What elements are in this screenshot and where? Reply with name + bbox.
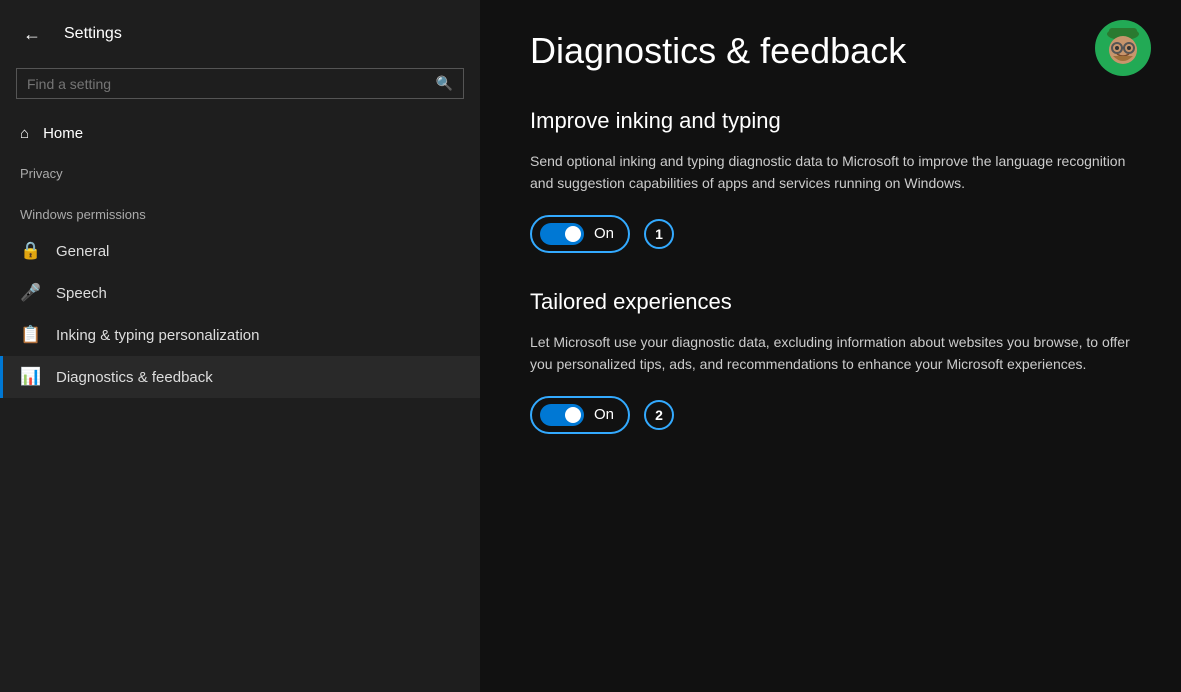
back-button[interactable]: ← bbox=[16, 18, 48, 50]
search-input[interactable] bbox=[27, 76, 436, 92]
search-box[interactable]: 🔍 bbox=[16, 68, 464, 99]
sidebar-item-speech[interactable]: 🎤 Speech bbox=[0, 272, 480, 314]
avatar bbox=[1095, 20, 1151, 76]
clipboard-icon: 📋 bbox=[20, 325, 42, 345]
home-label: Home bbox=[43, 125, 83, 142]
microphone-icon: 🎤 bbox=[20, 283, 42, 303]
toggle-tailored[interactable] bbox=[540, 404, 584, 426]
badge-1: 1 bbox=[644, 219, 674, 249]
section-inking-desc: Send optional inking and typing diagnost… bbox=[530, 150, 1131, 195]
sidebar-item-general-label: General bbox=[56, 243, 109, 260]
section-inking: Improve inking and typing Send optional … bbox=[530, 108, 1131, 253]
section-tailored: Tailored experiences Let Microsoft use y… bbox=[530, 289, 1131, 434]
sidebar-item-general[interactable]: 🔒 General bbox=[0, 230, 480, 272]
diagnostics-icon: 📊 bbox=[20, 367, 42, 387]
sidebar-title: Settings bbox=[64, 25, 122, 43]
section-inking-title: Improve inking and typing bbox=[530, 108, 1131, 134]
toggle-tailored-label: On bbox=[594, 406, 614, 423]
home-nav-item[interactable]: ⌂ Home bbox=[0, 115, 480, 152]
lock-icon: 🔒 bbox=[20, 241, 42, 261]
toggle-inking[interactable] bbox=[540, 223, 584, 245]
search-icon: 🔍 bbox=[436, 75, 453, 92]
privacy-section-label: Privacy bbox=[0, 152, 480, 189]
sidebar-item-inking-label: Inking & typing personalization bbox=[56, 327, 259, 344]
main-content: Diagnostics & feedback Improve inking an… bbox=[480, 0, 1181, 692]
sidebar-item-diagnostics-label: Diagnostics & feedback bbox=[56, 369, 213, 386]
sidebar-header: ← Settings bbox=[0, 0, 480, 64]
home-icon: ⌂ bbox=[20, 125, 29, 142]
badge-2: 2 bbox=[644, 400, 674, 430]
windows-permissions-label: Windows permissions bbox=[0, 189, 480, 230]
section-tailored-desc: Let Microsoft use your diagnostic data, … bbox=[530, 331, 1131, 376]
section-tailored-title: Tailored experiences bbox=[530, 289, 1131, 315]
avatar-image bbox=[1095, 20, 1151, 76]
sidebar: ← Settings 🔍 ⌂ Home Privacy Windows perm… bbox=[0, 0, 480, 692]
sidebar-item-speech-label: Speech bbox=[56, 285, 107, 302]
sidebar-item-inking[interactable]: 📋 Inking & typing personalization bbox=[0, 314, 480, 356]
toggle-row-inking: On 1 bbox=[530, 215, 1131, 253]
sidebar-item-diagnostics[interactable]: 📊 Diagnostics & feedback bbox=[0, 356, 480, 398]
toggle-outline-tailored: On bbox=[530, 396, 630, 434]
page-title: Diagnostics & feedback bbox=[530, 30, 1131, 72]
toggle-outline-inking: On bbox=[530, 215, 630, 253]
toggle-row-tailored: On 2 bbox=[530, 396, 1131, 434]
toggle-inking-label: On bbox=[594, 225, 614, 242]
